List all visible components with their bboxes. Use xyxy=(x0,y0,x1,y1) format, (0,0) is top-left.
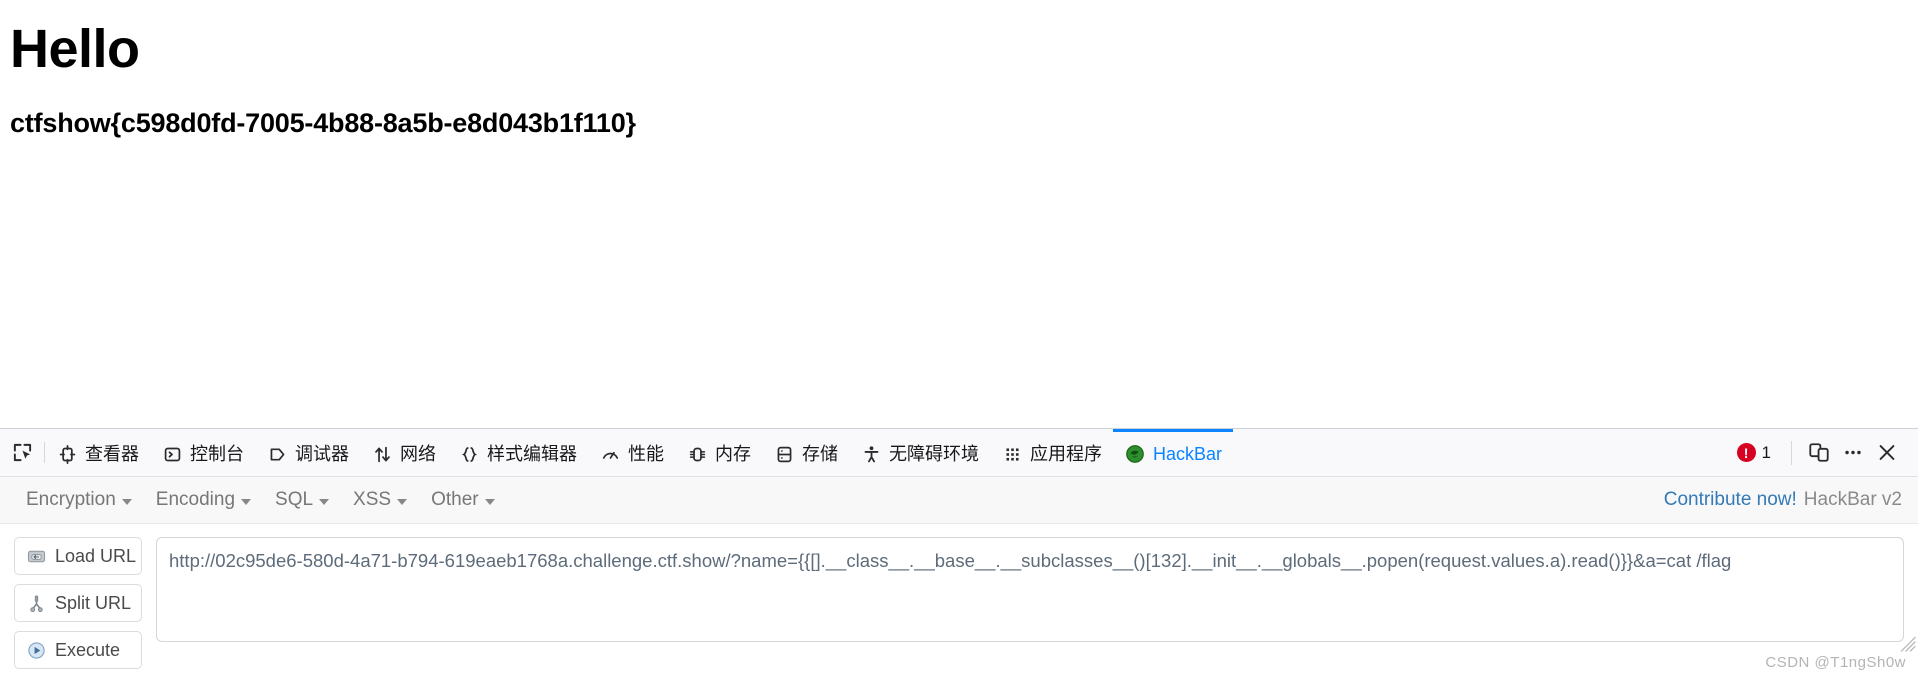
chevron-down-icon xyxy=(319,498,330,505)
inspector-icon xyxy=(56,443,78,465)
tab-debugger[interactable]: 调试器 xyxy=(255,429,360,476)
menu-xss[interactable]: XSS xyxy=(341,485,419,515)
resize-grip-icon[interactable] xyxy=(1900,636,1916,652)
element-picker-button[interactable] xyxy=(0,429,44,476)
button-label: Load URL xyxy=(55,545,137,566)
tab-label: 样式编辑器 xyxy=(487,444,577,464)
menu-label: Other xyxy=(431,489,479,510)
hackbar-icon xyxy=(1124,443,1146,465)
tab-label: 存储 xyxy=(802,444,838,464)
network-icon xyxy=(371,443,393,465)
hackbar-action-buttons: Load URL Split URL Execute xyxy=(14,537,142,674)
console-icon xyxy=(161,443,183,465)
responsive-design-mode-icon xyxy=(1808,442,1830,464)
more-options-icon xyxy=(1842,442,1864,464)
tab-network[interactable]: 网络 xyxy=(360,429,447,476)
execute-button[interactable]: Execute xyxy=(14,631,142,669)
menu-sql[interactable]: SQL xyxy=(263,485,341,515)
contribute-link[interactable]: Contribute now! xyxy=(1664,489,1797,511)
chevron-down-icon xyxy=(121,498,132,505)
tab-label: 查看器 xyxy=(85,444,139,464)
menu-other[interactable]: Other xyxy=(419,485,507,515)
split-url-button[interactable]: Split URL xyxy=(14,584,142,622)
error-circle-icon: ! xyxy=(1736,443,1756,462)
tab-console[interactable]: 控制台 xyxy=(150,429,255,476)
hackbar-body: Load URL Split URL Execute http://02c95d… xyxy=(0,524,1918,674)
hackbar-panel: Encryption Encoding SQL XSS Other Contri… xyxy=(0,477,1918,674)
chevron-down-icon xyxy=(484,498,495,505)
tab-label: 无障碍环境 xyxy=(889,444,979,464)
tab-hackbar[interactable]: HackBar xyxy=(1113,429,1234,476)
execute-icon xyxy=(26,640,46,660)
load-url-icon xyxy=(26,546,46,566)
responsive-design-mode-button[interactable] xyxy=(1802,436,1836,470)
debugger-icon xyxy=(266,443,288,465)
style-editor-icon xyxy=(458,443,480,465)
flag-text: ctfshow{c598d0fd-7005-4b88-8a5b-e8d043b1… xyxy=(10,108,636,138)
devtools-toolbar: 查看器 控制台 调试器 网络 样式编辑器 性能 内存 存储 无障碍环境 应用程序… xyxy=(0,429,1918,477)
tab-label: 网络 xyxy=(400,444,436,464)
tab-label: 调试器 xyxy=(295,444,349,464)
tab-accessibility[interactable]: 无障碍环境 xyxy=(849,429,990,476)
tab-memory[interactable]: 内存 xyxy=(675,429,762,476)
split-url-icon xyxy=(26,593,46,613)
close-icon xyxy=(1876,442,1898,464)
menu-encoding[interactable]: Encoding xyxy=(144,485,263,515)
screenshot-root: Hello ctfshow{c598d0fd-7005-4b88-8a5b-e8… xyxy=(0,0,1918,674)
hackbar-menubar-right: Contribute now! HackBar v2 xyxy=(1664,489,1906,511)
element-picker-icon xyxy=(11,442,33,464)
devtools-tab-list: 查看器 控制台 调试器 网络 样式编辑器 性能 内存 存储 无障碍环境 应用程序… xyxy=(45,429,1727,476)
menu-label: XSS xyxy=(353,489,392,510)
load-url-button[interactable]: Load URL xyxy=(14,537,142,575)
tab-style-editor[interactable]: 样式编辑器 xyxy=(447,429,588,476)
tab-inspector[interactable]: 查看器 xyxy=(45,429,150,476)
devtools-toolbar-controls: ! 1 xyxy=(1727,429,1918,476)
page-content: Hello ctfshow{c598d0fd-7005-4b88-8a5b-e8… xyxy=(0,0,1918,428)
close-devtools-button[interactable] xyxy=(1870,436,1904,470)
tab-performance[interactable]: 性能 xyxy=(588,429,675,476)
toolbar-controls-divider xyxy=(1791,440,1792,465)
error-count-badge[interactable]: ! 1 xyxy=(1727,443,1781,463)
button-label: Split URL xyxy=(55,592,132,613)
tab-label: 性能 xyxy=(628,444,664,464)
button-label: Execute xyxy=(55,639,121,660)
menu-label: SQL xyxy=(275,489,314,510)
error-count-label: 1 xyxy=(1761,442,1771,462)
tab-label: 应用程序 xyxy=(1030,444,1102,464)
chevron-down-icon xyxy=(397,498,408,505)
hackbar-version-label: HackBar v2 xyxy=(1803,489,1902,510)
tab-label: HackBar xyxy=(1153,444,1223,464)
page-title: Hello xyxy=(10,19,140,79)
memory-icon xyxy=(686,443,708,465)
watermark-text: CSDN @T1ngSh0w xyxy=(1765,654,1906,671)
menu-label: Encoding xyxy=(155,489,236,510)
more-options-button[interactable] xyxy=(1836,436,1870,470)
menu-label: Encryption xyxy=(26,489,116,510)
tab-label: 内存 xyxy=(715,444,751,464)
url-input[interactable] xyxy=(156,537,1904,642)
application-icon xyxy=(1001,443,1023,465)
performance-icon xyxy=(599,443,621,465)
storage-icon xyxy=(773,443,795,465)
tab-label: 控制台 xyxy=(190,444,244,464)
chevron-down-icon xyxy=(241,498,252,505)
tab-application[interactable]: 应用程序 xyxy=(990,429,1113,476)
devtools-panel: 查看器 控制台 调试器 网络 样式编辑器 性能 内存 存储 无障碍环境 应用程序… xyxy=(0,428,1918,674)
menu-encryption[interactable]: Encryption xyxy=(14,485,144,515)
tab-storage[interactable]: 存储 xyxy=(762,429,849,476)
hackbar-menubar: Encryption Encoding SQL XSS Other Contri… xyxy=(0,477,1918,524)
accessibility-icon xyxy=(860,443,882,465)
